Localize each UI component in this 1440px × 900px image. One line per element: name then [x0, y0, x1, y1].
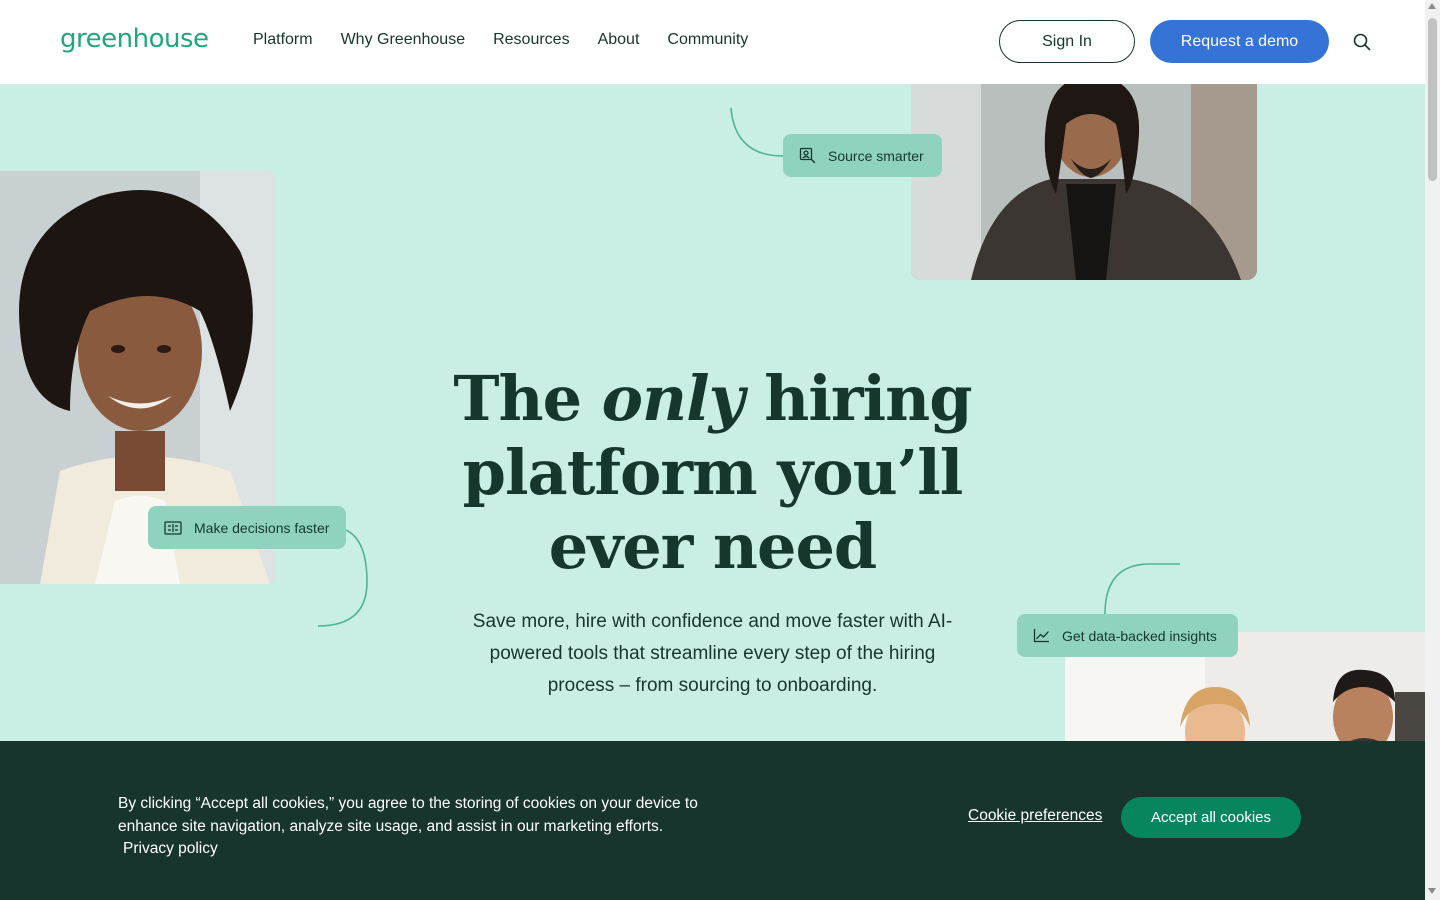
compare-icon	[164, 520, 182, 535]
cookie-banner: By clicking “Accept all cookies,” you ag…	[0, 741, 1425, 900]
tag-source-smarter-label: Source smarter	[828, 147, 924, 164]
cookie-preferences-link[interactable]: Cookie preferences	[968, 807, 1102, 825]
privacy-policy-link[interactable]: Privacy policy	[123, 840, 218, 858]
search-icon[interactable]	[1350, 30, 1374, 54]
page-scrollbar[interactable]	[1425, 0, 1440, 900]
trend-chart-icon	[1033, 629, 1049, 643]
greenhouse-logo[interactable]: greenhouse	[60, 24, 209, 54]
hero-subheading: Save more, hire with confidence and move…	[472, 611, 953, 696]
man-portrait-photo	[911, 84, 1257, 280]
main-nav: Platform Why Greenhouse Resources About …	[253, 31, 776, 49]
scroll-down-arrow-icon[interactable]	[1428, 888, 1436, 894]
hero-section: Source smarter Make decisions faster Get…	[0, 84, 1425, 744]
scrollbar-thumb[interactable]	[1428, 18, 1437, 181]
sign-in-button[interactable]: Sign In	[999, 20, 1135, 63]
tag-make-decisions-faster-label: Make decisions faster	[194, 519, 330, 536]
nav-item-why-greenhouse[interactable]: Why Greenhouse	[341, 31, 466, 49]
person-search-icon	[799, 147, 816, 164]
nav-item-about[interactable]: About	[598, 31, 640, 49]
hero-headline-start: The	[453, 362, 602, 435]
nav-item-resources[interactable]: Resources	[493, 31, 569, 49]
accept-all-cookies-button[interactable]: Accept all cookies	[1121, 797, 1301, 838]
request-demo-button[interactable]: Request a demo	[1150, 20, 1329, 63]
tag-data-backed-insights: Get data-backed insights	[1017, 614, 1238, 657]
tag-data-backed-insights-label: Get data-backed insights	[1062, 627, 1217, 644]
tag-make-decisions-faster: Make decisions faster	[148, 506, 346, 549]
nav-item-community[interactable]: Community	[667, 31, 748, 49]
nav-item-platform[interactable]: Platform	[253, 31, 313, 49]
scroll-up-arrow-icon[interactable]	[1428, 3, 1436, 9]
cookie-consent-text: By clicking “Accept all cookies,” you ag…	[118, 795, 698, 835]
hero-headline-emphasis: only	[601, 362, 745, 435]
connector-line-insights	[1104, 563, 1180, 615]
site-header: greenhouse Platform Why Greenhouse Resou…	[0, 0, 1425, 84]
hero-headline: The only hiring platform you’ll ever nee…	[440, 362, 985, 584]
tag-source-smarter: Source smarter	[783, 134, 942, 177]
